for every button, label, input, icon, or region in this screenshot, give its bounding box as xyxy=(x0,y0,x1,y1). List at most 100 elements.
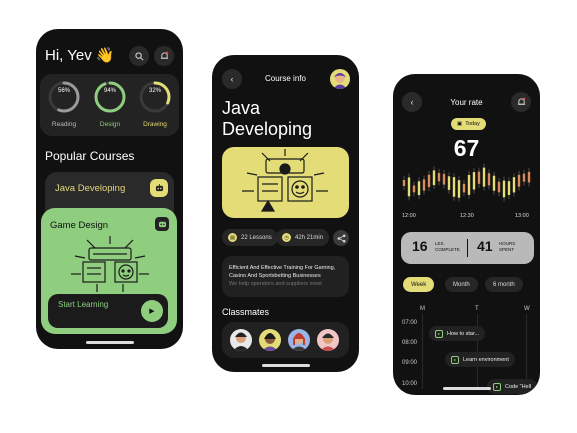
classmate-avatar[interactable] xyxy=(259,329,281,351)
home-indicator xyxy=(261,364,310,367)
rate-value: 67 xyxy=(453,135,480,161)
time-label: 09:00 xyxy=(402,360,418,366)
classmate-avatar[interactable] xyxy=(230,329,252,351)
design-value: 94% xyxy=(103,88,116,94)
schedule-event[interactable]: ▸ Code "Hell xyxy=(487,379,538,394)
grid-line xyxy=(422,314,423,389)
share-icon[interactable] xyxy=(333,230,349,246)
home-screen: Hi, Yev 👋 56% Reading 94% Design 32% Dra… xyxy=(36,29,183,349)
classmates-title: Classmates xyxy=(222,307,270,317)
duration-text: 42h 21min xyxy=(295,234,324,241)
tab-week[interactable]: Week xyxy=(403,277,435,292)
time-label: 07:00 xyxy=(402,320,418,326)
chart-candle xyxy=(442,173,446,185)
rate-chart xyxy=(402,163,531,202)
popular-courses-title: Popular Courses xyxy=(45,149,135,163)
lessons-complete-label: LES. COMPLETE xyxy=(435,241,460,252)
chart-candle xyxy=(522,173,526,182)
classmate-avatar[interactable] xyxy=(288,329,310,351)
progress-stats-card: 56% Reading 94% Design 32% Drawing xyxy=(40,74,179,136)
robot-icon[interactable] xyxy=(155,217,169,231)
lessons-count: 22 Lessons xyxy=(241,234,272,241)
chart-candle xyxy=(502,180,506,198)
schedule-event[interactable]: ▸ How to star... xyxy=(429,326,486,341)
game-design-illustration xyxy=(71,236,149,292)
play-icon[interactable]: ▶ xyxy=(141,300,163,322)
course-description: Efficient And Effective Training For Gam… xyxy=(222,256,349,297)
chart-candle xyxy=(492,175,496,191)
chart-candle xyxy=(437,172,441,182)
robot-icon[interactable] xyxy=(150,179,168,197)
chart-candle xyxy=(487,173,491,186)
event-title: Code "Hell xyxy=(505,383,532,390)
classmate-avatar[interactable] xyxy=(317,329,339,351)
rate-screen: ‹ Your rate ▣ Today 67 12:00 12:30 13:00… xyxy=(393,74,540,395)
chart-time-label: 13:00 xyxy=(515,213,529,219)
drawing-value: 32% xyxy=(148,88,161,94)
chart-candle xyxy=(507,181,511,195)
reading-value: 56% xyxy=(57,88,70,94)
chart-candle xyxy=(412,185,416,193)
lessons-badge: ▤ 22 Lessons xyxy=(222,229,278,246)
lesson-icon: ▸ xyxy=(493,382,501,391)
chart-candle xyxy=(482,167,486,187)
divider xyxy=(467,239,468,257)
home-indicator xyxy=(442,387,491,390)
drawing-label: Drawing xyxy=(143,121,167,128)
chart-candle xyxy=(462,183,466,193)
lesson-icon: ▸ xyxy=(451,355,459,364)
design-label: Design xyxy=(99,121,121,128)
hours-spent-label: HOURS SPENT xyxy=(499,241,516,252)
chart-candle xyxy=(467,174,471,195)
course-title-line2: Developing xyxy=(222,119,313,139)
lessons-complete-value: 16 xyxy=(412,238,428,254)
duration-badge: ◷ 42h 21min xyxy=(276,229,330,246)
chart-time-label: 12:00 xyxy=(402,213,416,219)
time-label: 08:00 xyxy=(402,340,418,346)
course-card-game-design[interactable]: Game Design Start Learning ▶ xyxy=(41,208,177,334)
description-text: Efficient And Effective Training For Gam… xyxy=(229,265,336,279)
hours-spent-value: 41 xyxy=(477,238,493,254)
today-label: Today xyxy=(465,121,480,127)
chart-candle xyxy=(417,181,421,196)
today-badge[interactable]: ▣ Today xyxy=(451,118,486,130)
day-label: M xyxy=(420,306,425,312)
course-title: Java Developing xyxy=(222,98,312,140)
tab-6-month[interactable]: 6 month xyxy=(485,277,523,292)
design-ring xyxy=(94,81,126,113)
chart-candle xyxy=(527,171,531,183)
search-icon[interactable] xyxy=(129,46,149,66)
chart-candle xyxy=(457,180,461,198)
chart-candle xyxy=(402,180,406,186)
avatar[interactable] xyxy=(330,69,350,89)
event-title: Learn environment xyxy=(463,356,509,363)
chart-candle xyxy=(432,170,436,186)
classmates-list xyxy=(222,322,349,358)
bell-icon[interactable] xyxy=(154,46,174,66)
day-label: W xyxy=(524,306,530,312)
drawing-ring xyxy=(139,81,171,113)
course-title-line1: Java xyxy=(222,98,261,118)
grid-line xyxy=(526,314,527,389)
time-label: 10:00 xyxy=(402,381,418,387)
bell-icon[interactable] xyxy=(511,92,531,112)
chart-candle xyxy=(512,177,516,193)
reading-ring xyxy=(48,81,80,113)
reading-label: Reading xyxy=(51,121,77,128)
chart-candle xyxy=(517,174,521,187)
chart-candle xyxy=(452,177,456,197)
chart-candle xyxy=(477,171,481,184)
book-icon: ▤ xyxy=(228,233,237,242)
course-title: Game Design xyxy=(50,220,109,231)
start-learning-button[interactable]: Start Learning ▶ xyxy=(48,294,168,328)
chart-time-label: 12:30 xyxy=(460,213,474,219)
chart-candle xyxy=(497,181,501,193)
stats-summary-card: 16 LES. COMPLETE 41 HOURS SPENT xyxy=(401,232,534,264)
chart-candle xyxy=(472,172,476,190)
tab-month[interactable]: Month xyxy=(445,277,478,292)
chart-candle xyxy=(427,174,431,188)
clock-icon: ◷ xyxy=(282,233,291,242)
chart-candle xyxy=(447,176,451,190)
schedule-event[interactable]: ▸ Learn environment xyxy=(445,352,515,367)
greeting: Hi, Yev 👋 xyxy=(45,47,115,64)
